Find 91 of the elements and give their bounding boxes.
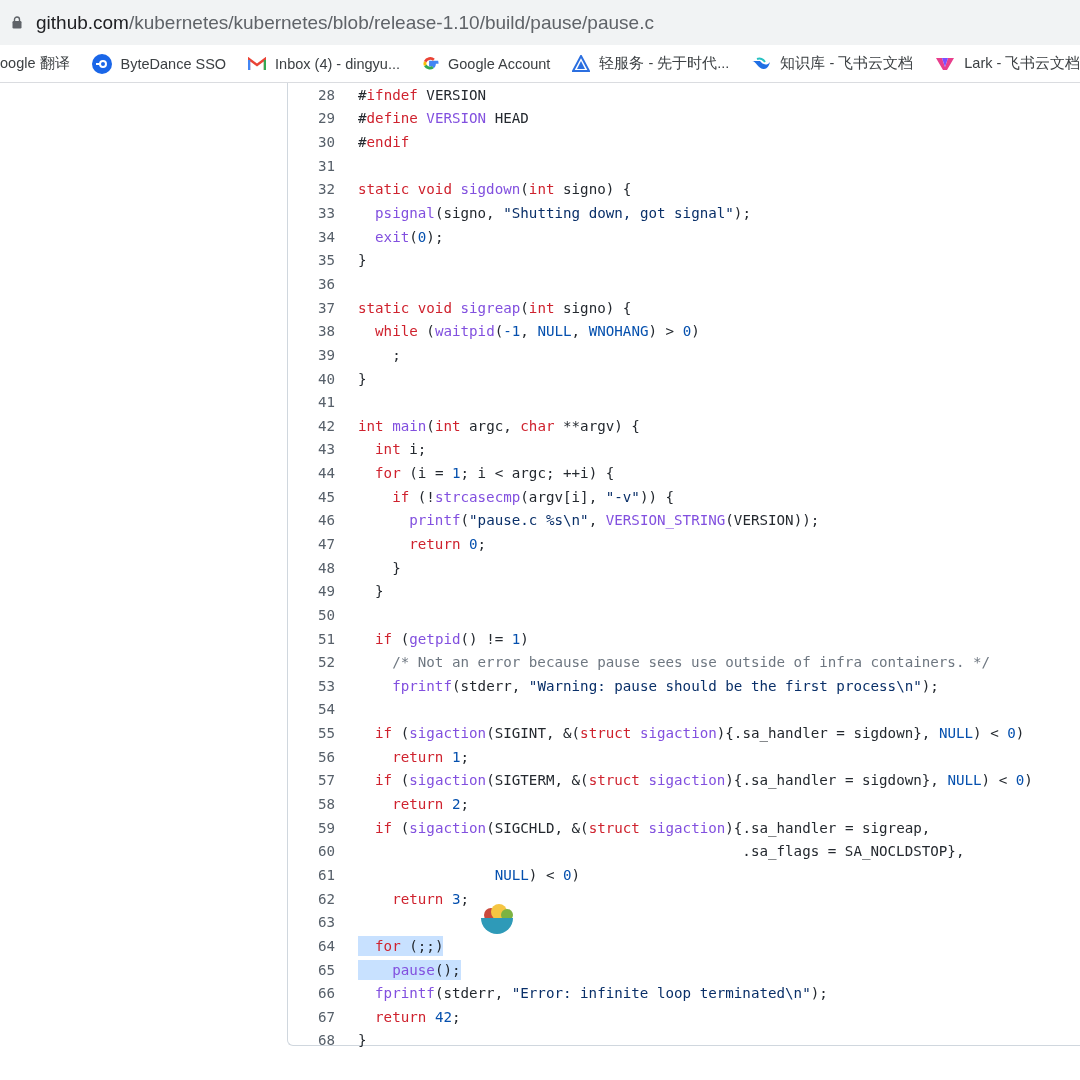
bookmark[interactable]: 轻服务 - 先于时代... [572,54,730,73]
line-number: 42 [316,417,335,434]
line-number: 34 [316,228,335,245]
address-bar[interactable]: github.com/kubernetes/kubernetes/blob/release-1.10/build/pause/pause.c [0,0,1080,45]
line-number: 66 [316,985,335,1002]
code-line: #define VERSION HEAD [358,110,529,127]
code-line: while (waitpid(-1, NULL, WNOHANG) > 0) [374,323,700,340]
code-line: } [358,370,367,387]
line-number: 46 [316,512,335,529]
code-line: } [358,1032,367,1049]
g-logo-icon [422,55,439,72]
code-line: } [358,252,367,269]
line-number: 51 [316,630,335,647]
line-number: 57 [316,772,335,789]
mail-icon [248,56,267,71]
code-line: return 1; [391,748,470,765]
line-number: 54 [316,701,335,718]
bookmark[interactable]: 知识库 - 飞书云文档 [751,54,914,73]
code-line: for (i = 1; i < argc; ++i) { [374,465,615,482]
fruit-bowl-icon [479,903,515,937]
code-line: #ifndef VERSION [358,86,487,103]
code-line: int i; [374,441,427,458]
code-line: int main(int argc, char **argv) { [358,417,640,434]
line-number: 65 [316,961,335,978]
line-number: 63 [316,914,335,931]
line-number: 52 [316,654,335,671]
code-line: if (sigaction(SIGINT, &(struct sigaction){.sa_handler = sigdown}, NULL) < 0) [374,725,1025,742]
lock-icon [12,16,22,29]
line-number: 35 [316,252,335,269]
line-number: 61 [316,866,335,883]
code-line: if (!strcasecmp(argv[i], "-v")) { [391,488,675,505]
code-line: static void sigdown(int signo) { [358,181,632,198]
code-line: printf("pause.c %s\n", VERSION_STRING(VERSION)); [408,512,820,529]
line-number: 33 [316,205,335,221]
line-number: 37 [316,299,335,316]
bookmark[interactable]: Google Account [422,55,551,72]
code-line: if (sigaction(SIGCHLD, &(struct sigaction){.sa_handler = sigreap, [374,819,931,836]
line-number: 38 [316,323,335,340]
line-number: 44 [316,465,335,482]
triangle-logo-icon [572,55,591,72]
line-number: 53 [316,677,335,694]
code-line: return 2; [391,796,470,813]
code-line: fprintf(stderr, "Warning: pause should be the first process\n"); [391,677,939,694]
line-number: 68 [316,1032,335,1049]
line-number: 41 [316,394,335,411]
line-number: 29 [316,110,335,127]
line-number: 28 [316,86,335,103]
line-number: 30 [316,134,335,151]
code-line: return 0; [408,536,487,552]
line-number: 32 [316,181,335,198]
line-number: 49 [316,583,335,600]
line-number: 64 [316,937,335,954]
url-text: github.com/kubernetes/kubernetes/blob/release-1.10/build/pause/pause.c [36,11,654,34]
code-line: NULL) < 0) [493,866,581,883]
line-number: 47 [316,536,335,552]
line-number: 50 [316,606,335,623]
code-line: .sa_flags = SA_NOCLDSTOP}, [741,843,965,860]
bookmark[interactable]: Inbox (4) - dingyu... [248,55,400,72]
code-line: exit(0); [374,228,444,245]
code-line: if (sigaction(SIGTERM, &(struct sigaction){.sa_handler = sigdown}, NULL) < 0) [374,772,1033,789]
code-line: /* Not an error because pause sees use outside of infra containers. */ [391,654,991,671]
code-line: fprintf(stderr, "Error: infinite loop terminated\n"); [374,985,828,1002]
line-number: 56 [316,748,335,765]
line-number: 67 [316,1008,335,1025]
code-line: } [374,583,384,600]
line-number: 36 [316,275,335,292]
bookmark[interactable]: ByteDance SSO [91,53,227,74]
code-line: if (getpid() != 1) [374,630,529,647]
code-line: } [391,559,401,576]
code-line: #endif [358,134,410,151]
line-number: 62 [316,890,335,907]
code-line: psignal(signo, "Shutting down, got signal"); [374,205,751,221]
line-number: 60 [316,843,335,860]
line-number: 39 [316,346,335,363]
line-number: 55 [316,725,335,742]
bookmark[interactable]: Lark - 飞书云文档 [935,54,1080,73]
bookmark[interactable]: oogle 翻译 [0,54,70,73]
code-line: static void sigreap(int signo) { [358,299,632,316]
code-line: ; [391,346,401,363]
lark-logo-icon [935,56,956,71]
line-number: 58 [316,796,335,813]
line-number: 59 [316,819,335,836]
line-number: 31 [316,157,335,174]
line-number: 43 [316,441,335,458]
code-line: return 3; [391,890,470,907]
code-line: return 42; [374,1008,461,1025]
line-number: 48 [316,559,335,576]
line-number: 45 [316,488,335,505]
swirl-logo-icon [751,56,772,71]
circle-logo-icon [91,53,112,74]
line-number: 40 [316,370,335,387]
